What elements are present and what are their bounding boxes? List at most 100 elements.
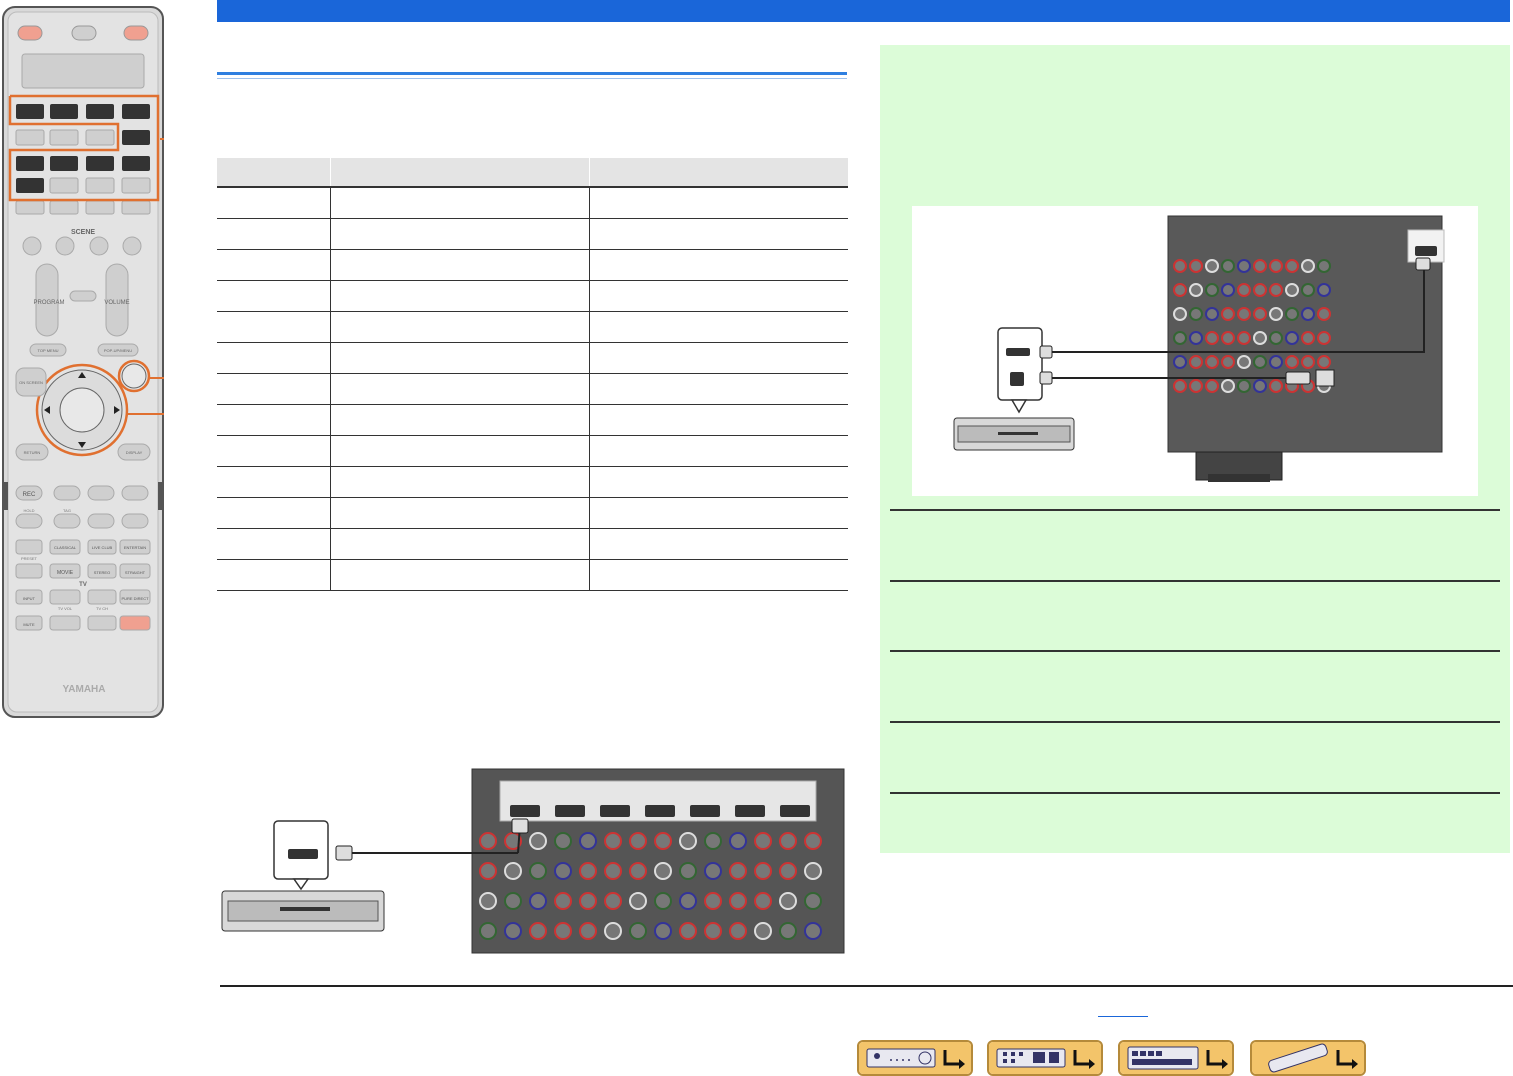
jack-icon <box>1221 307 1235 321</box>
table-cell <box>329 249 590 281</box>
jack-icon <box>554 832 572 850</box>
table-cell <box>217 373 331 405</box>
table-cell <box>588 404 848 436</box>
remote-brand-logo: YAMAHA <box>63 684 106 695</box>
nav-rear-panel-button[interactable] <box>987 1040 1103 1076</box>
table-cell <box>217 280 331 312</box>
jack-icon <box>1317 283 1331 297</box>
page-reference-link[interactable] <box>1098 1002 1148 1017</box>
jack-icon <box>1173 331 1187 345</box>
jack-icon <box>1173 379 1187 393</box>
jack-icon <box>1253 259 1267 273</box>
table-cell <box>588 497 848 529</box>
jack-icon <box>1173 283 1187 297</box>
jack-icon <box>1221 331 1235 345</box>
remote-hold: HOLD <box>23 508 34 513</box>
jack-icon <box>754 892 772 910</box>
jack-icon <box>629 922 647 940</box>
jack-icon <box>1285 331 1299 345</box>
jack-icon <box>779 832 797 850</box>
table-cell <box>329 342 590 374</box>
jack-icon <box>1173 307 1187 321</box>
jack-icon <box>1221 259 1235 273</box>
header-bar <box>217 0 1510 22</box>
front-panel-icon <box>859 1042 971 1074</box>
jack-icon <box>804 922 822 940</box>
table-cell <box>217 186 331 219</box>
table-row <box>217 311 848 343</box>
jack-icon <box>754 862 772 880</box>
remote-input: INPUT <box>23 596 36 601</box>
table-cell <box>217 528 331 560</box>
jack-icon <box>1301 355 1315 369</box>
jack-icon <box>1189 283 1203 297</box>
jack-icon <box>529 922 547 940</box>
nav-display-button[interactable] <box>1118 1040 1234 1076</box>
remote-stereo: STEREO <box>94 570 110 575</box>
table-cell <box>588 466 848 498</box>
jack-icon <box>1189 259 1203 273</box>
remote-live-club: LIVE CLUB <box>92 545 113 550</box>
jack-icon <box>1253 283 1267 297</box>
nav-remote-button[interactable] <box>1250 1040 1366 1076</box>
jack-icon <box>629 892 647 910</box>
remote-top-menu: TOP MENU <box>38 348 59 353</box>
jack-icon <box>1317 307 1331 321</box>
jack-icon <box>554 862 572 880</box>
remote-popup-menu: POP-UP/MENU <box>104 348 132 353</box>
jack-icon <box>1301 283 1315 297</box>
jack-icon <box>1173 355 1187 369</box>
jack-icon <box>504 862 522 880</box>
jack-icon <box>804 862 822 880</box>
jack-icon <box>704 892 722 910</box>
jack-icon <box>479 892 497 910</box>
jack-icon <box>754 922 772 940</box>
jack-icon <box>1205 355 1219 369</box>
jack-icon <box>579 922 597 940</box>
table-cell <box>217 404 331 436</box>
jack-icon <box>1253 331 1267 345</box>
jack-icon <box>1221 283 1235 297</box>
table-cell <box>588 311 848 343</box>
jack-icon <box>629 832 647 850</box>
jack-icon <box>1237 355 1251 369</box>
table-cell <box>217 497 331 529</box>
jack-icon <box>1205 259 1219 273</box>
jack-icon <box>529 832 547 850</box>
jack-icon <box>1301 331 1315 345</box>
jack-icon <box>679 862 697 880</box>
table-cell <box>329 435 590 467</box>
table-row <box>217 342 848 374</box>
jack-icon <box>654 892 672 910</box>
table-cell <box>329 497 590 529</box>
remote-display: DISPLAY <box>126 450 143 455</box>
table-header-cell <box>589 158 848 187</box>
remote-return: RETURN <box>24 450 41 455</box>
table-cell <box>588 528 848 560</box>
jack-icon <box>1237 331 1251 345</box>
table-cell <box>588 559 848 591</box>
jack-icon <box>1189 379 1203 393</box>
jack-icon <box>1205 331 1219 345</box>
jack-icon <box>1221 355 1235 369</box>
jack-icon <box>704 862 722 880</box>
table-row <box>217 373 848 405</box>
jack-icon <box>1285 307 1299 321</box>
step-divider <box>890 580 1500 582</box>
jack-icon <box>1285 283 1299 297</box>
table-header-cell <box>330 158 590 187</box>
nav-front-panel-button[interactable] <box>857 1040 973 1076</box>
table-cell <box>217 311 331 343</box>
jack-icon <box>1317 331 1331 345</box>
remote-icon <box>1252 1042 1364 1074</box>
table-cell <box>329 528 590 560</box>
table-cell <box>329 559 590 591</box>
jack-icon <box>579 862 597 880</box>
table-row <box>217 186 848 219</box>
table-cell <box>329 218 590 250</box>
step-divider <box>890 721 1500 723</box>
jack-icon <box>1269 331 1283 345</box>
optical-connection-diagram-frame <box>912 206 1478 496</box>
jack-icon <box>1237 283 1251 297</box>
step-divider <box>890 509 1500 511</box>
